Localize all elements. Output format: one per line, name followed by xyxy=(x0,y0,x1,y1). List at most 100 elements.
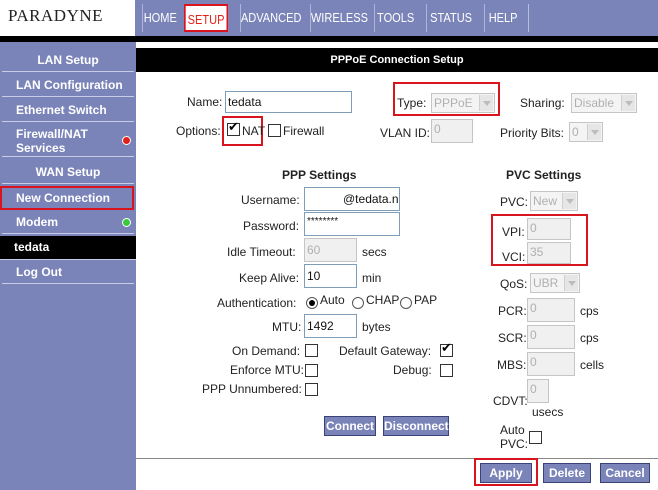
pvc-label: PVC: xyxy=(500,195,529,209)
idle-timeout-input[interactable]: 60 xyxy=(304,238,357,262)
tab-setup[interactable]: SETUP xyxy=(184,4,229,32)
auto-pvc-checkbox[interactable] xyxy=(529,431,542,444)
sidebar-item-lan-configuration[interactable]: LAN Configuration xyxy=(2,75,134,97)
cdvt-input[interactable]: 0 xyxy=(527,379,549,403)
chevron-down-icon xyxy=(621,95,635,111)
pcr-input[interactable]: 0 xyxy=(527,298,575,322)
scr-input[interactable]: 0 xyxy=(527,325,575,349)
ppp-settings-heading: PPP Settings xyxy=(282,168,357,182)
sidebar-item-firewall-nat[interactable]: Firewall/NAT Services xyxy=(2,125,134,157)
auth-auto-label: Auto xyxy=(320,293,345,307)
cancel-button[interactable]: Cancel xyxy=(600,463,650,483)
idle-timeout-label: Idle Timeout: xyxy=(227,245,296,259)
chevron-down-icon xyxy=(564,275,578,291)
sharing-select[interactable]: Disable xyxy=(571,93,637,113)
sidebar-heading-lan-setup: LAN Setup xyxy=(2,50,134,72)
cdvt-unit: usecs xyxy=(532,405,564,419)
keep-alive-label: Keep Alive: xyxy=(239,271,300,285)
priority-bits-value: 0 xyxy=(572,125,579,139)
tab-home[interactable]: HOME xyxy=(142,4,178,32)
keep-alive-unit: min xyxy=(362,271,382,285)
firewall-status-red-icon xyxy=(122,136,131,145)
type-select-value: PPPoE xyxy=(434,96,473,110)
idle-timeout-unit: secs xyxy=(362,245,387,259)
sidebar-item-modem[interactable]: Modem xyxy=(2,212,134,234)
options-label: Options: xyxy=(176,124,221,138)
connect-button[interactable]: Connect xyxy=(324,416,376,436)
sharing-label: Sharing: xyxy=(520,96,565,110)
name-input[interactable]: tedata xyxy=(225,91,352,113)
on-demand-checkbox[interactable] xyxy=(305,344,318,357)
on-demand-label: On Demand: xyxy=(232,344,301,358)
priority-bits-select[interactable]: 0 xyxy=(569,122,603,142)
vpi-label: VPI: xyxy=(502,225,525,239)
vlan-id-input[interactable]: 0 xyxy=(431,119,473,143)
ppp-unnumbered-checkbox[interactable] xyxy=(305,383,318,396)
delete-button[interactable]: Delete xyxy=(543,463,591,483)
nat-label: NAT xyxy=(242,124,266,138)
firewall-checkbox[interactable] xyxy=(268,124,281,137)
enforce-mtu-checkbox[interactable] xyxy=(305,364,318,377)
tab-wireless[interactable]: WIRELESS xyxy=(310,4,368,32)
mtu-input[interactable]: 1492 xyxy=(304,314,357,338)
vpi-input[interactable]: 0 xyxy=(527,218,571,240)
pvc-select[interactable]: New xyxy=(530,191,578,211)
pcr-label: PCR: xyxy=(498,304,527,318)
username-label: Username: xyxy=(241,193,300,207)
auth-pap-radio[interactable] xyxy=(400,297,412,309)
tab-help[interactable]: HELP xyxy=(484,4,521,32)
pvc-settings-heading: PVC Settings xyxy=(506,168,582,182)
modem-status-green-icon xyxy=(122,218,131,227)
chevron-down-icon xyxy=(479,95,493,111)
vci-label: VCI: xyxy=(502,250,526,264)
sidebar-item-tedata[interactable]: tedata xyxy=(0,236,136,260)
sidebar-item-label: Firewall/NAT Services xyxy=(16,127,88,155)
chevron-down-icon xyxy=(562,193,576,209)
firewall-label: Firewall xyxy=(283,124,325,138)
auto-pvc-label-line2: PVC: xyxy=(500,437,529,451)
mbs-input[interactable]: 0 xyxy=(527,352,575,376)
chevron-down-icon xyxy=(587,124,601,140)
ppp-unnumbered-label: PPP Unnumbered: xyxy=(202,382,302,396)
authentication-label: Authentication: xyxy=(217,296,297,310)
sidebar-item-log-out[interactable]: Log Out xyxy=(2,262,134,284)
auth-chap-radio[interactable] xyxy=(352,297,364,309)
keep-alive-input[interactable]: 10 xyxy=(304,264,357,288)
auth-auto-radio[interactable] xyxy=(306,297,318,309)
mtu-label: MTU: xyxy=(272,320,302,334)
sidebar-item-new-connection[interactable]: New Connection xyxy=(0,186,134,210)
sharing-select-value: Disable xyxy=(574,96,615,110)
mbs-label: MBS: xyxy=(497,358,527,372)
tab-status[interactable]: STATUS xyxy=(426,4,475,32)
default-gateway-checkbox[interactable] xyxy=(440,341,453,357)
page-title: PPPoE Connection Setup xyxy=(136,48,658,72)
name-label: Name: xyxy=(187,95,223,109)
qos-label: QoS: xyxy=(500,277,528,291)
pcr-unit: cps xyxy=(580,304,599,318)
nav-divider xyxy=(528,4,529,32)
debug-label: Debug: xyxy=(393,363,432,377)
auth-pap-label: PAP xyxy=(414,293,438,307)
sidebar-item-ethernet-switch[interactable]: Ethernet Switch xyxy=(2,100,134,122)
apply-button[interactable]: Apply xyxy=(480,463,532,483)
brand-logo: PARADYNE xyxy=(0,0,136,36)
qos-select[interactable]: UBR xyxy=(530,273,580,293)
pvc-select-value: New xyxy=(533,194,558,208)
username-input[interactable]: @tedata.ne xyxy=(304,187,400,211)
disconnect-button[interactable]: Disconnect xyxy=(383,416,449,436)
nat-checkbox[interactable] xyxy=(227,120,240,136)
qos-select-value: UBR xyxy=(533,276,559,290)
tab-advanced[interactable]: ADVANCED xyxy=(240,4,301,32)
priority-bits-label: Priority Bits: xyxy=(500,126,565,140)
password-input[interactable]: ******** xyxy=(304,212,400,236)
type-select[interactable]: PPPoE xyxy=(431,93,495,113)
tab-tools[interactable]: TOOLS xyxy=(374,4,417,32)
debug-checkbox[interactable] xyxy=(440,364,453,377)
mtu-unit: bytes xyxy=(362,320,391,334)
cdvt-label: CDVT: xyxy=(493,394,528,408)
mbs-unit: cells xyxy=(580,358,605,372)
auth-chap-label: CHAP xyxy=(366,293,400,307)
vci-input[interactable]: 35 xyxy=(527,242,571,264)
enforce-mtu-label: Enforce MTU: xyxy=(230,363,305,377)
vlan-id-label: VLAN ID: xyxy=(380,126,431,140)
